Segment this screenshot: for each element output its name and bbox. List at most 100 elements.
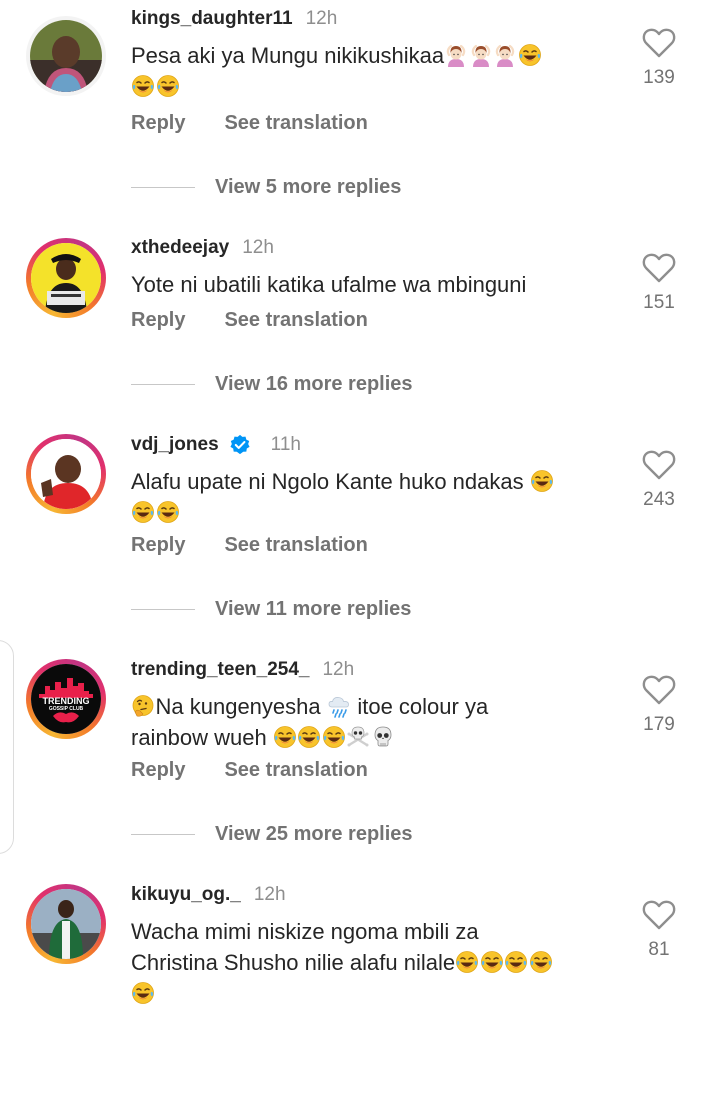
replies-divider <box>131 608 195 610</box>
laughing-tears-emoji <box>530 469 554 493</box>
reply-button[interactable]: Reply <box>131 112 185 135</box>
skull-crossbones-emoji <box>346 725 370 749</box>
laughing-tears-emoji <box>156 74 180 98</box>
timestamp: 12h <box>253 884 286 905</box>
username[interactable]: vdj_jones <box>131 434 219 456</box>
skull-emoji <box>371 725 395 749</box>
reply-button[interactable]: Reply <box>131 309 185 332</box>
username[interactable]: trending_teen_254_ <box>131 659 309 681</box>
view-more-replies-label[interactable]: View 16 more replies <box>215 373 413 396</box>
laughing-tears-emoji <box>455 950 479 974</box>
avatar-photo <box>30 20 102 92</box>
see-translation-button[interactable]: See translation <box>224 759 367 782</box>
thinking-emoji <box>131 694 155 718</box>
like-count: 139 <box>643 67 675 88</box>
comment-text-run: Pesa aki ya Mungu nikikushikaa <box>131 43 445 68</box>
comment-actions: Reply See translation <box>131 532 368 558</box>
raising-hand-emoji <box>444 43 468 67</box>
laughing-tears-emoji <box>504 950 528 974</box>
timestamp: 12h <box>305 8 338 29</box>
replies-divider <box>131 833 195 835</box>
like-count: 81 <box>648 939 670 960</box>
comment-header: trending_teen_254_ 12h <box>131 657 354 683</box>
view-more-replies[interactable]: View 5 more replies <box>131 174 401 200</box>
laughing-tears-emoji <box>518 43 542 67</box>
comment-text: Pesa aki ya Mungu nikikushikaa <box>131 40 611 102</box>
comment-header: kikuyu_og._ 12h <box>131 882 286 908</box>
replies-divider <box>131 383 195 385</box>
heart-outline-icon[interactable] <box>641 27 677 59</box>
see-translation-button[interactable]: See translation <box>224 112 367 135</box>
cloud-rain-emoji <box>327 694 351 718</box>
laughing-tears-emoji <box>131 981 155 1005</box>
like-count: 243 <box>643 489 675 510</box>
comment-text-run: Alafu upate ni Ngolo Kante huko ndakas <box>131 469 530 494</box>
avatar-photo <box>31 439 101 509</box>
laughing-tears-emoji <box>131 500 155 524</box>
comment-header: vdj_jones 11h <box>131 432 301 458</box>
view-more-replies-label[interactable]: View 5 more replies <box>215 176 401 199</box>
see-translation-button[interactable]: See translation <box>224 309 367 332</box>
like-count: 151 <box>643 292 675 313</box>
avatar[interactable]: TRENDING GOSSIP CLUB <box>26 659 106 739</box>
comment-actions: Reply See translation <box>131 307 368 333</box>
heart-outline-icon[interactable] <box>641 674 677 706</box>
laughing-tears-emoji <box>297 725 321 749</box>
reply-button[interactable]: Reply <box>131 759 185 782</box>
avatar[interactable] <box>26 16 106 96</box>
comment-text-run: Yote ni ubatili katika ufalme wa mbingun… <box>131 272 527 297</box>
timestamp: 11h <box>270 434 301 455</box>
comment-item: xthedeejay 12h Yote ni ubatili katika uf… <box>0 229 720 459</box>
comment-text-run: itoe colour ya <box>351 694 489 719</box>
avatar[interactable] <box>26 434 106 514</box>
view-more-replies[interactable]: View 16 more replies <box>131 371 413 397</box>
raising-hand-emoji <box>493 43 517 67</box>
comment-item: TRENDING GOSSIP CLUB trending_teen_254_ … <box>0 651 720 881</box>
comment-text: Alafu upate ni Ngolo Kante huko ndakas <box>131 466 611 528</box>
comment-text-run: Na kungenyesha <box>155 694 327 719</box>
like-count: 179 <box>643 714 675 735</box>
comment-text-run: rainbow wueh <box>131 725 273 750</box>
timestamp: 12h <box>322 659 355 680</box>
heart-outline-icon[interactable] <box>641 899 677 931</box>
username[interactable]: xthedeejay <box>131 237 229 259</box>
heart-outline-icon[interactable] <box>641 252 677 284</box>
comment-text-run: Wacha mimi niskize ngoma mbili za <box>131 919 479 944</box>
timestamp: 12h <box>242 237 274 258</box>
view-more-replies-label[interactable]: View 25 more replies <box>215 823 413 846</box>
comment-item: kikuyu_og._ 12h Wacha mimi niskize ngoma… <box>0 876 720 1106</box>
view-more-replies[interactable]: View 11 more replies <box>131 596 411 622</box>
comment-item: vdj_jones 11h Alafu upate ni Ngolo Kante… <box>0 426 720 656</box>
avatar-text-trending: TRENDING <box>42 696 90 706</box>
avatar[interactable] <box>26 884 106 964</box>
view-more-replies[interactable]: View 25 more replies <box>131 821 413 847</box>
laughing-tears-emoji <box>529 950 553 974</box>
comment-actions: Reply See translation <box>131 110 368 136</box>
avatar-photo <box>31 243 101 313</box>
reply-button[interactable]: Reply <box>131 534 185 557</box>
comment-text: Wacha mimi niskize ngoma mbili za Christi… <box>131 916 611 1009</box>
comment-header: kings_daughter11 12h <box>131 6 337 32</box>
raising-hand-emoji <box>469 43 493 67</box>
verified-badge-icon <box>229 434 251 456</box>
see-translation-button[interactable]: See translation <box>224 534 367 557</box>
comment-text: Na kungenyesha itoe colour ya rainbow wue… <box>131 691 611 753</box>
replies-divider <box>131 186 195 188</box>
heart-outline-icon[interactable] <box>641 449 677 481</box>
comment-actions: Reply See translation <box>131 757 368 783</box>
laughing-tears-emoji <box>273 725 297 749</box>
username[interactable]: kikuyu_og._ <box>131 884 241 906</box>
laughing-tears-emoji <box>131 74 155 98</box>
avatar[interactable] <box>26 238 106 318</box>
laughing-tears-emoji <box>156 500 180 524</box>
avatar-text-gossip-club: GOSSIP CLUB <box>48 706 84 712</box>
comment-text: Yote ni ubatili katika ufalme wa mbingun… <box>131 269 611 300</box>
comment-text-run: Christina Shusho nilie alafu nilale <box>131 950 456 975</box>
comment-header: xthedeejay 12h <box>131 235 274 261</box>
laughing-tears-emoji <box>322 725 346 749</box>
comment-item: kings_daughter11 12h Pesa aki ya Mungu n… <box>0 0 720 230</box>
laughing-tears-emoji <box>480 950 504 974</box>
avatar-photo <box>31 889 101 959</box>
username[interactable]: kings_daughter11 <box>131 8 293 30</box>
view-more-replies-label[interactable]: View 11 more replies <box>215 598 411 621</box>
